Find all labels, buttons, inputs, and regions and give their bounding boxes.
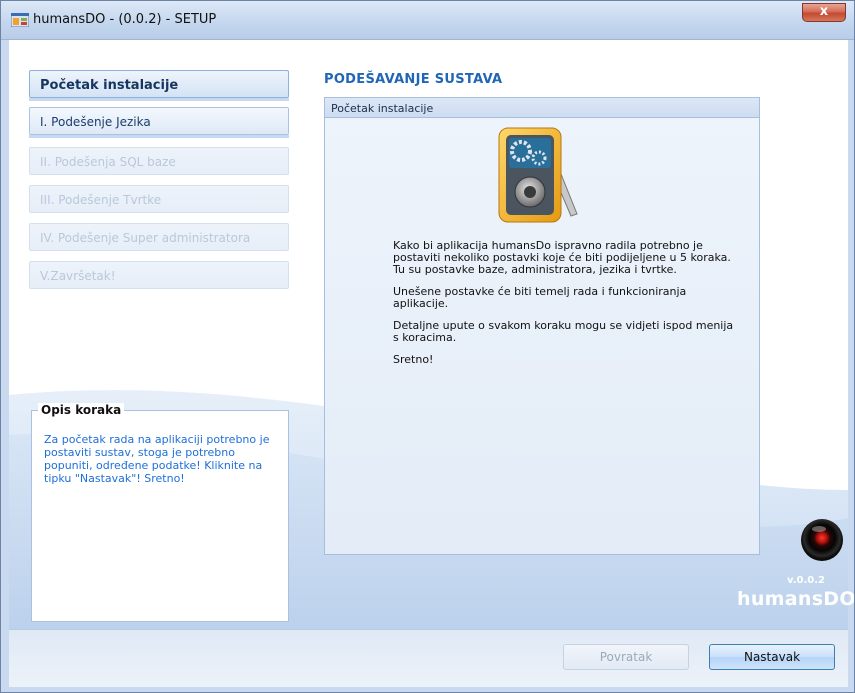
step-underline (29, 98, 289, 101)
logo-highlight (812, 526, 826, 532)
next-button[interactable]: Nastavak (709, 644, 835, 670)
step-language[interactable]: I. Podešenje Jezika (29, 107, 289, 135)
step-sql-database: II. Podešenja SQL baze (29, 147, 289, 175)
step-description-title: Opis koraka (38, 403, 125, 417)
panel-header: Početak instalacije (325, 98, 759, 118)
setup-window: humansDO - (0.0.2) - SETUP x Početak ins… (0, 0, 855, 693)
title-bar[interactable]: humansDO - (0.0.2) - SETUP x (1, 1, 854, 40)
step-finish: V.Završetak! (29, 261, 289, 289)
intro-paragraph: Kako bi aplikacija humansDo ispravno rad… (393, 239, 731, 276)
panel-description: Kako bi aplikacija humansDo ispravno rad… (393, 240, 738, 376)
device-settings-icon (498, 127, 578, 223)
step-underline (29, 135, 289, 138)
step-super-admin: IV. Podešenje Super administratora (29, 223, 289, 251)
version-label: v.0.0.2 (787, 575, 825, 586)
step-description-box: Opis koraka Za početak rada na aplikacij… (31, 403, 289, 622)
section-title: PODEŠAVANJE SUSTAVA (324, 72, 503, 87)
good-luck-text: Sretno! (393, 353, 434, 366)
window-title: humansDO - (0.0.2) - SETUP (33, 12, 217, 27)
close-button[interactable]: x (802, 3, 846, 22)
content-panel: Početak instalacije Kako bi aplikacija h… (324, 97, 760, 555)
app-window-icon (11, 13, 29, 27)
step-description-text: Za početak rada na aplikaciji potrebno j… (44, 433, 270, 485)
step-start-installation[interactable]: Početak instalacije (29, 70, 289, 98)
instructions-paragraph: Detaljne upute o svakom koraku mogu se v… (393, 319, 734, 344)
client-area: Početak instalacije I. Podešenje Jezika … (9, 40, 854, 687)
brand-name: humansDO (737, 588, 855, 610)
back-button[interactable]: Povratak (563, 644, 689, 670)
step-company: III. Podešenje Tvrtke (29, 185, 289, 213)
foundation-paragraph: Unešene postavke će biti temelj rada i f… (393, 285, 687, 310)
